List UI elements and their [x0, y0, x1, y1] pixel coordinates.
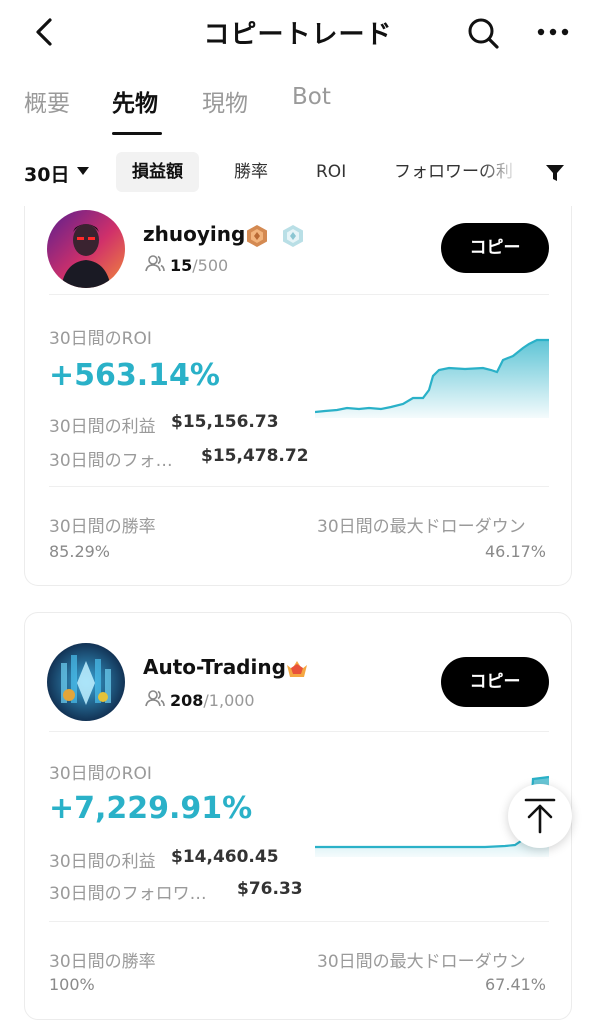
roi-label: 30日間のROI — [49, 329, 152, 349]
more-horizontal-icon[interactable] — [536, 18, 570, 46]
crown-badge-icon — [287, 661, 307, 677]
followers-current: 208 — [170, 691, 204, 710]
avatar-image — [47, 210, 125, 288]
avatar[interactable] — [47, 210, 125, 288]
sort-filter-bar: 30日 損益額 勝率 ROI フォロワーの利 — [0, 152, 596, 192]
divider — [49, 486, 549, 487]
winrate-label: 30日間の勝率 — [49, 517, 156, 537]
profit-label: 30日間の利益 — [49, 417, 156, 437]
drawdown-label: 30日間の最大ドローダウン — [317, 517, 526, 537]
followers-count: 15/500 — [170, 256, 228, 275]
sort-chip-profit[interactable]: 損益額 — [116, 152, 199, 192]
verified-badge-icon — [283, 225, 303, 247]
profit-label: 30日間の利益 — [49, 852, 156, 872]
sort-chip-winrate[interactable]: 勝率 — [218, 152, 284, 192]
followers-count: 208/1,000 — [170, 691, 255, 710]
followers-max: /500 — [192, 256, 229, 275]
tab-bot[interactable]: Bot — [292, 84, 331, 110]
divider — [49, 731, 549, 732]
winrate-value: 85.29% — [49, 542, 111, 561]
trader-card[interactable]: Auto-Trading 208/1,000 コピー 30日間のROI +7,2… — [24, 612, 572, 1020]
top-bar: コピートレード — [0, 0, 596, 64]
arrow-up-to-top-icon — [524, 798, 556, 834]
roi-value: +7,229.91% — [49, 791, 253, 826]
copy-button[interactable]: コピー — [441, 223, 549, 273]
page-title: コピートレード — [203, 20, 393, 50]
copy-button[interactable]: コピー — [441, 657, 549, 707]
tab-overview[interactable]: 概要 — [24, 84, 70, 118]
active-tab-indicator — [112, 132, 162, 135]
followers-max: /1,000 — [203, 691, 255, 710]
followers-icon — [145, 255, 165, 272]
winrate-value: 100% — [49, 975, 95, 994]
profit-value: $15,156.73 — [171, 412, 279, 432]
trader-name[interactable]: Auto-Trading — [143, 655, 286, 679]
trader-name[interactable]: zhuoying — [143, 222, 245, 246]
trader-card[interactable]: zhuoying 15/500 コピー 30日間のROI +563.14% 30… — [24, 206, 572, 586]
scroll-to-top-button[interactable] — [508, 784, 572, 848]
tab-spot[interactable]: 現物 — [202, 84, 248, 118]
chip-fade-overlay — [480, 152, 536, 192]
divider — [49, 294, 549, 295]
follower-profit-value: $15,478.72 — [201, 446, 309, 466]
follower-profit-value: $76.33 — [237, 879, 303, 899]
filter-icon[interactable] — [544, 162, 566, 184]
rank-badge-icon — [247, 225, 267, 247]
followers-current: 15 — [170, 256, 193, 275]
follower-profit-label: 30日間のフォロワ… — [49, 884, 207, 904]
avatar[interactable] — [47, 643, 125, 721]
drawdown-value: 67.41% — [485, 975, 547, 994]
followers-icon — [145, 690, 165, 707]
roi-sparkline — [315, 338, 549, 418]
search-icon[interactable] — [466, 16, 500, 50]
profit-value: $14,460.45 — [171, 847, 279, 867]
roi-value: +563.14% — [49, 358, 220, 393]
sort-chip-roi[interactable]: ROI — [300, 152, 362, 192]
roi-label: 30日間のROI — [49, 764, 152, 784]
divider — [49, 921, 549, 922]
avatar-image — [47, 643, 125, 721]
winrate-label: 30日間の勝率 — [49, 952, 156, 972]
period-dropdown[interactable]: 30日 — [24, 160, 69, 187]
drawdown-label: 30日間の最大ドローダウン — [317, 952, 526, 972]
follower-profit-label: 30日間のフォ… — [49, 451, 173, 471]
tab-futures[interactable]: 先物 — [112, 84, 158, 118]
caret-down-icon[interactable] — [76, 166, 90, 176]
drawdown-value: 46.17% — [485, 542, 547, 561]
